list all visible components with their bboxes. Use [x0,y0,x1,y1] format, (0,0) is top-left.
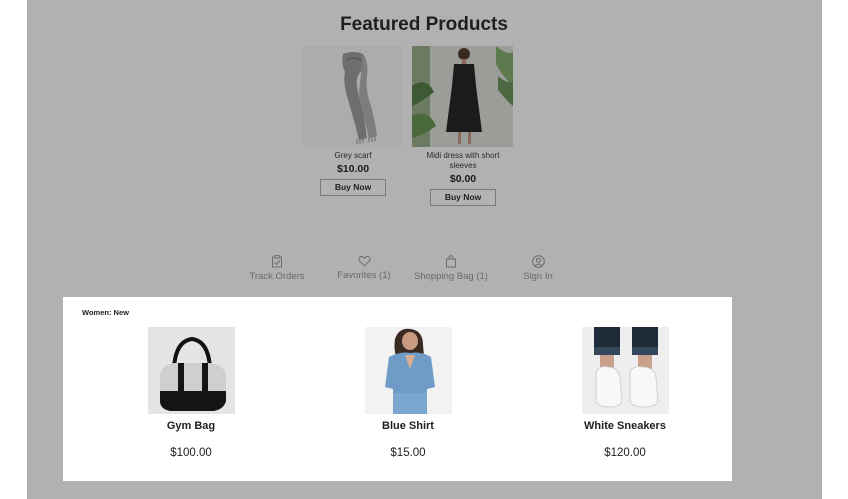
nav-label: Shopping Bag (1) [414,271,488,282]
product-name[interactable]: Midi dress with short sleeves [418,151,508,171]
nav-sign-in[interactable]: Sign In [516,255,560,282]
product-price: $120.00 [604,447,646,459]
grey-scarf-image[interactable] [303,46,403,147]
featured-product-midi-dress: Midi dress with short sleeves $0.00 Buy … [412,46,514,206]
track-orders-icon [272,255,282,268]
buy-now-button[interactable]: Buy Now [430,189,496,206]
product-name[interactable]: Blue Shirt [323,420,493,432]
product-name[interactable]: White Sneakers [540,420,710,432]
nav-favorites[interactable]: Favorites (1) [333,255,395,281]
featured-product-grey-scarf: Grey scarf $10.00 Buy Now [303,46,403,196]
gym-bag-image[interactable] [147,327,235,414]
blue-shirt-image[interactable] [364,327,452,414]
featured-products-heading: Featured Products [340,14,508,35]
product-price: $0.00 [449,173,477,185]
nav-label: Track Orders [249,271,305,282]
midi-dress-image[interactable] [412,46,513,147]
product-name[interactable]: Grey scarf [303,151,403,161]
section-label: Women: New [82,308,129,317]
product-price: $10.00 [336,163,370,175]
buy-now-button[interactable]: Buy Now [320,179,386,196]
product-card-gym-bag[interactable]: Gym Bag $100.00 [106,327,276,459]
nav-label: Sign In [523,271,553,282]
product-card-white-sneakers[interactable]: White Sneakers $120.00 [540,327,710,459]
shopping-bag-icon [446,255,456,268]
product-card-blue-shirt[interactable]: Blue Shirt $15.00 [323,327,493,459]
white-sneakers-image[interactable] [581,327,669,414]
user-icon [531,255,545,268]
women-new-panel: Women: New Gym Bag $100.00 Blue Shirt $1… [63,297,732,481]
nav-track-orders[interactable]: Track Orders [246,255,308,282]
product-name[interactable]: Gym Bag [106,420,276,432]
nav-shopping-bag[interactable]: Shopping Bag (1) [410,255,492,282]
product-price: $15.00 [390,447,426,459]
heart-icon [357,256,371,267]
nav-label: Favorites (1) [337,270,391,281]
product-price: $100.00 [170,447,212,459]
